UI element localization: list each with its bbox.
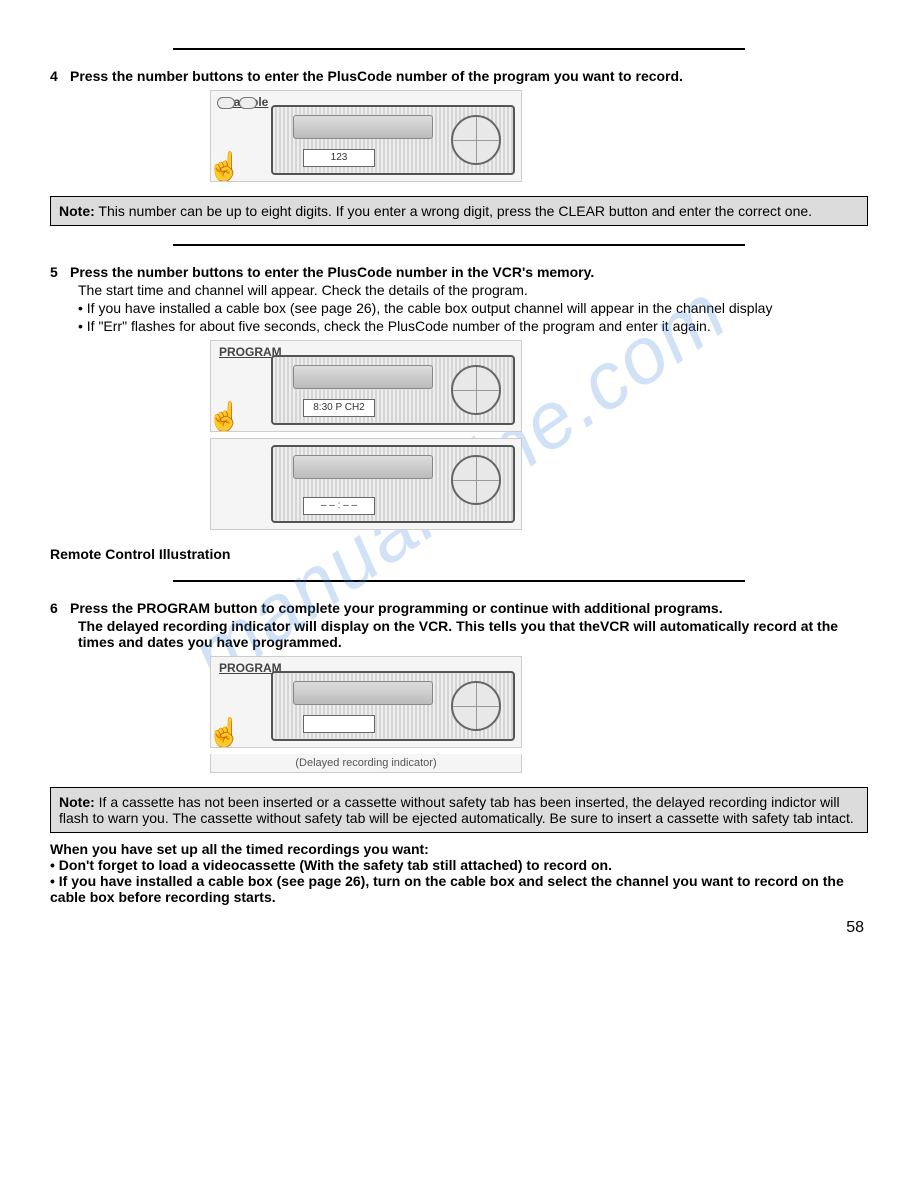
vcr-display	[303, 715, 375, 733]
vcr-body-icon	[271, 671, 515, 741]
step-title: Press the number buttons to enter the Pl…	[70, 264, 868, 280]
note-box-6: Note: If a cassette has not been inserte…	[50, 787, 868, 833]
step-number: 6	[50, 600, 62, 616]
step-4: 4 Press the number buttons to enter the …	[50, 68, 868, 84]
closing-heading: When you have set up all the timed recor…	[50, 841, 868, 857]
closing-bullet: • Don't forget to load a videocassette (…	[50, 857, 868, 873]
vcr-illustration-5a: PROGRAM ☝ 8:30 P CH2	[210, 340, 522, 432]
hand-icon: ☝	[210, 716, 242, 748]
jog-dial-icon	[451, 365, 501, 415]
step-line: The delayed recording indicator will dis…	[78, 618, 868, 650]
closing-bullet: • If you have installed a cable box (see…	[50, 873, 868, 905]
step-body: Press the number buttons to enter the Pl…	[70, 68, 868, 84]
vcr-illustration-5b: – – : – –	[210, 438, 522, 530]
vcr-body-icon: 8:30 P CH2	[271, 355, 515, 425]
page-number: 58	[50, 919, 868, 937]
divider	[173, 244, 746, 246]
vcr-illustration-6: PROGRAM ☝	[210, 656, 522, 748]
cassette-slot-icon	[293, 115, 433, 139]
vcr-illustration-4: Example ☝ 123	[210, 90, 522, 182]
step-title: Press the PROGRAM button to complete you…	[70, 600, 868, 616]
jog-dial-icon	[451, 681, 501, 731]
step-number: 5	[50, 264, 62, 280]
note-box-4: Note: This number can be up to eight dig…	[50, 196, 868, 226]
step-bullet: • If "Err" flashes for about five second…	[78, 318, 868, 334]
jog-dial-icon	[451, 455, 501, 505]
hand-icon: ☝	[210, 400, 242, 432]
divider	[173, 580, 746, 582]
step-body: Press the PROGRAM button to complete you…	[70, 600, 868, 650]
closing-block: When you have set up all the timed recor…	[50, 841, 868, 905]
step-6: 6 Press the PROGRAM button to complete y…	[50, 600, 868, 650]
step-number: 4	[50, 68, 62, 84]
step-body: Press the number buttons to enter the Pl…	[70, 264, 868, 334]
divider	[173, 48, 746, 50]
cassette-slot-icon	[293, 681, 433, 705]
vcr-display: 8:30 P CH2	[303, 399, 375, 417]
vcr-display: 123	[303, 149, 375, 167]
note-label: Note:	[59, 794, 95, 810]
cassette-slot-icon	[293, 365, 433, 389]
illustration-caption: (Delayed recording indicator)	[210, 754, 522, 773]
number-buttons-icon	[217, 97, 257, 109]
step-title: Press the number buttons to enter the Pl…	[70, 68, 868, 84]
step-5: 5 Press the number buttons to enter the …	[50, 264, 868, 334]
step-line: The start time and channel will appear. …	[78, 282, 868, 298]
note-text: If a cassette has not been inserted or a…	[59, 794, 854, 826]
step-bullet: • If you have installed a cable box (see…	[78, 300, 868, 316]
hand-icon: ☝	[210, 150, 242, 182]
jog-dial-icon	[451, 115, 501, 165]
note-label: Note:	[59, 203, 95, 219]
vcr-body-icon: – – : – –	[271, 445, 515, 523]
vcr-body-icon: 123	[271, 105, 515, 175]
manual-page: manualsline.com 4 Press the number butto…	[0, 0, 918, 967]
cassette-slot-icon	[293, 455, 433, 479]
note-text: This number can be up to eight digits. I…	[95, 203, 812, 219]
vcr-display: – – : – –	[303, 497, 375, 515]
remote-control-heading: Remote Control Illustration	[50, 546, 868, 562]
